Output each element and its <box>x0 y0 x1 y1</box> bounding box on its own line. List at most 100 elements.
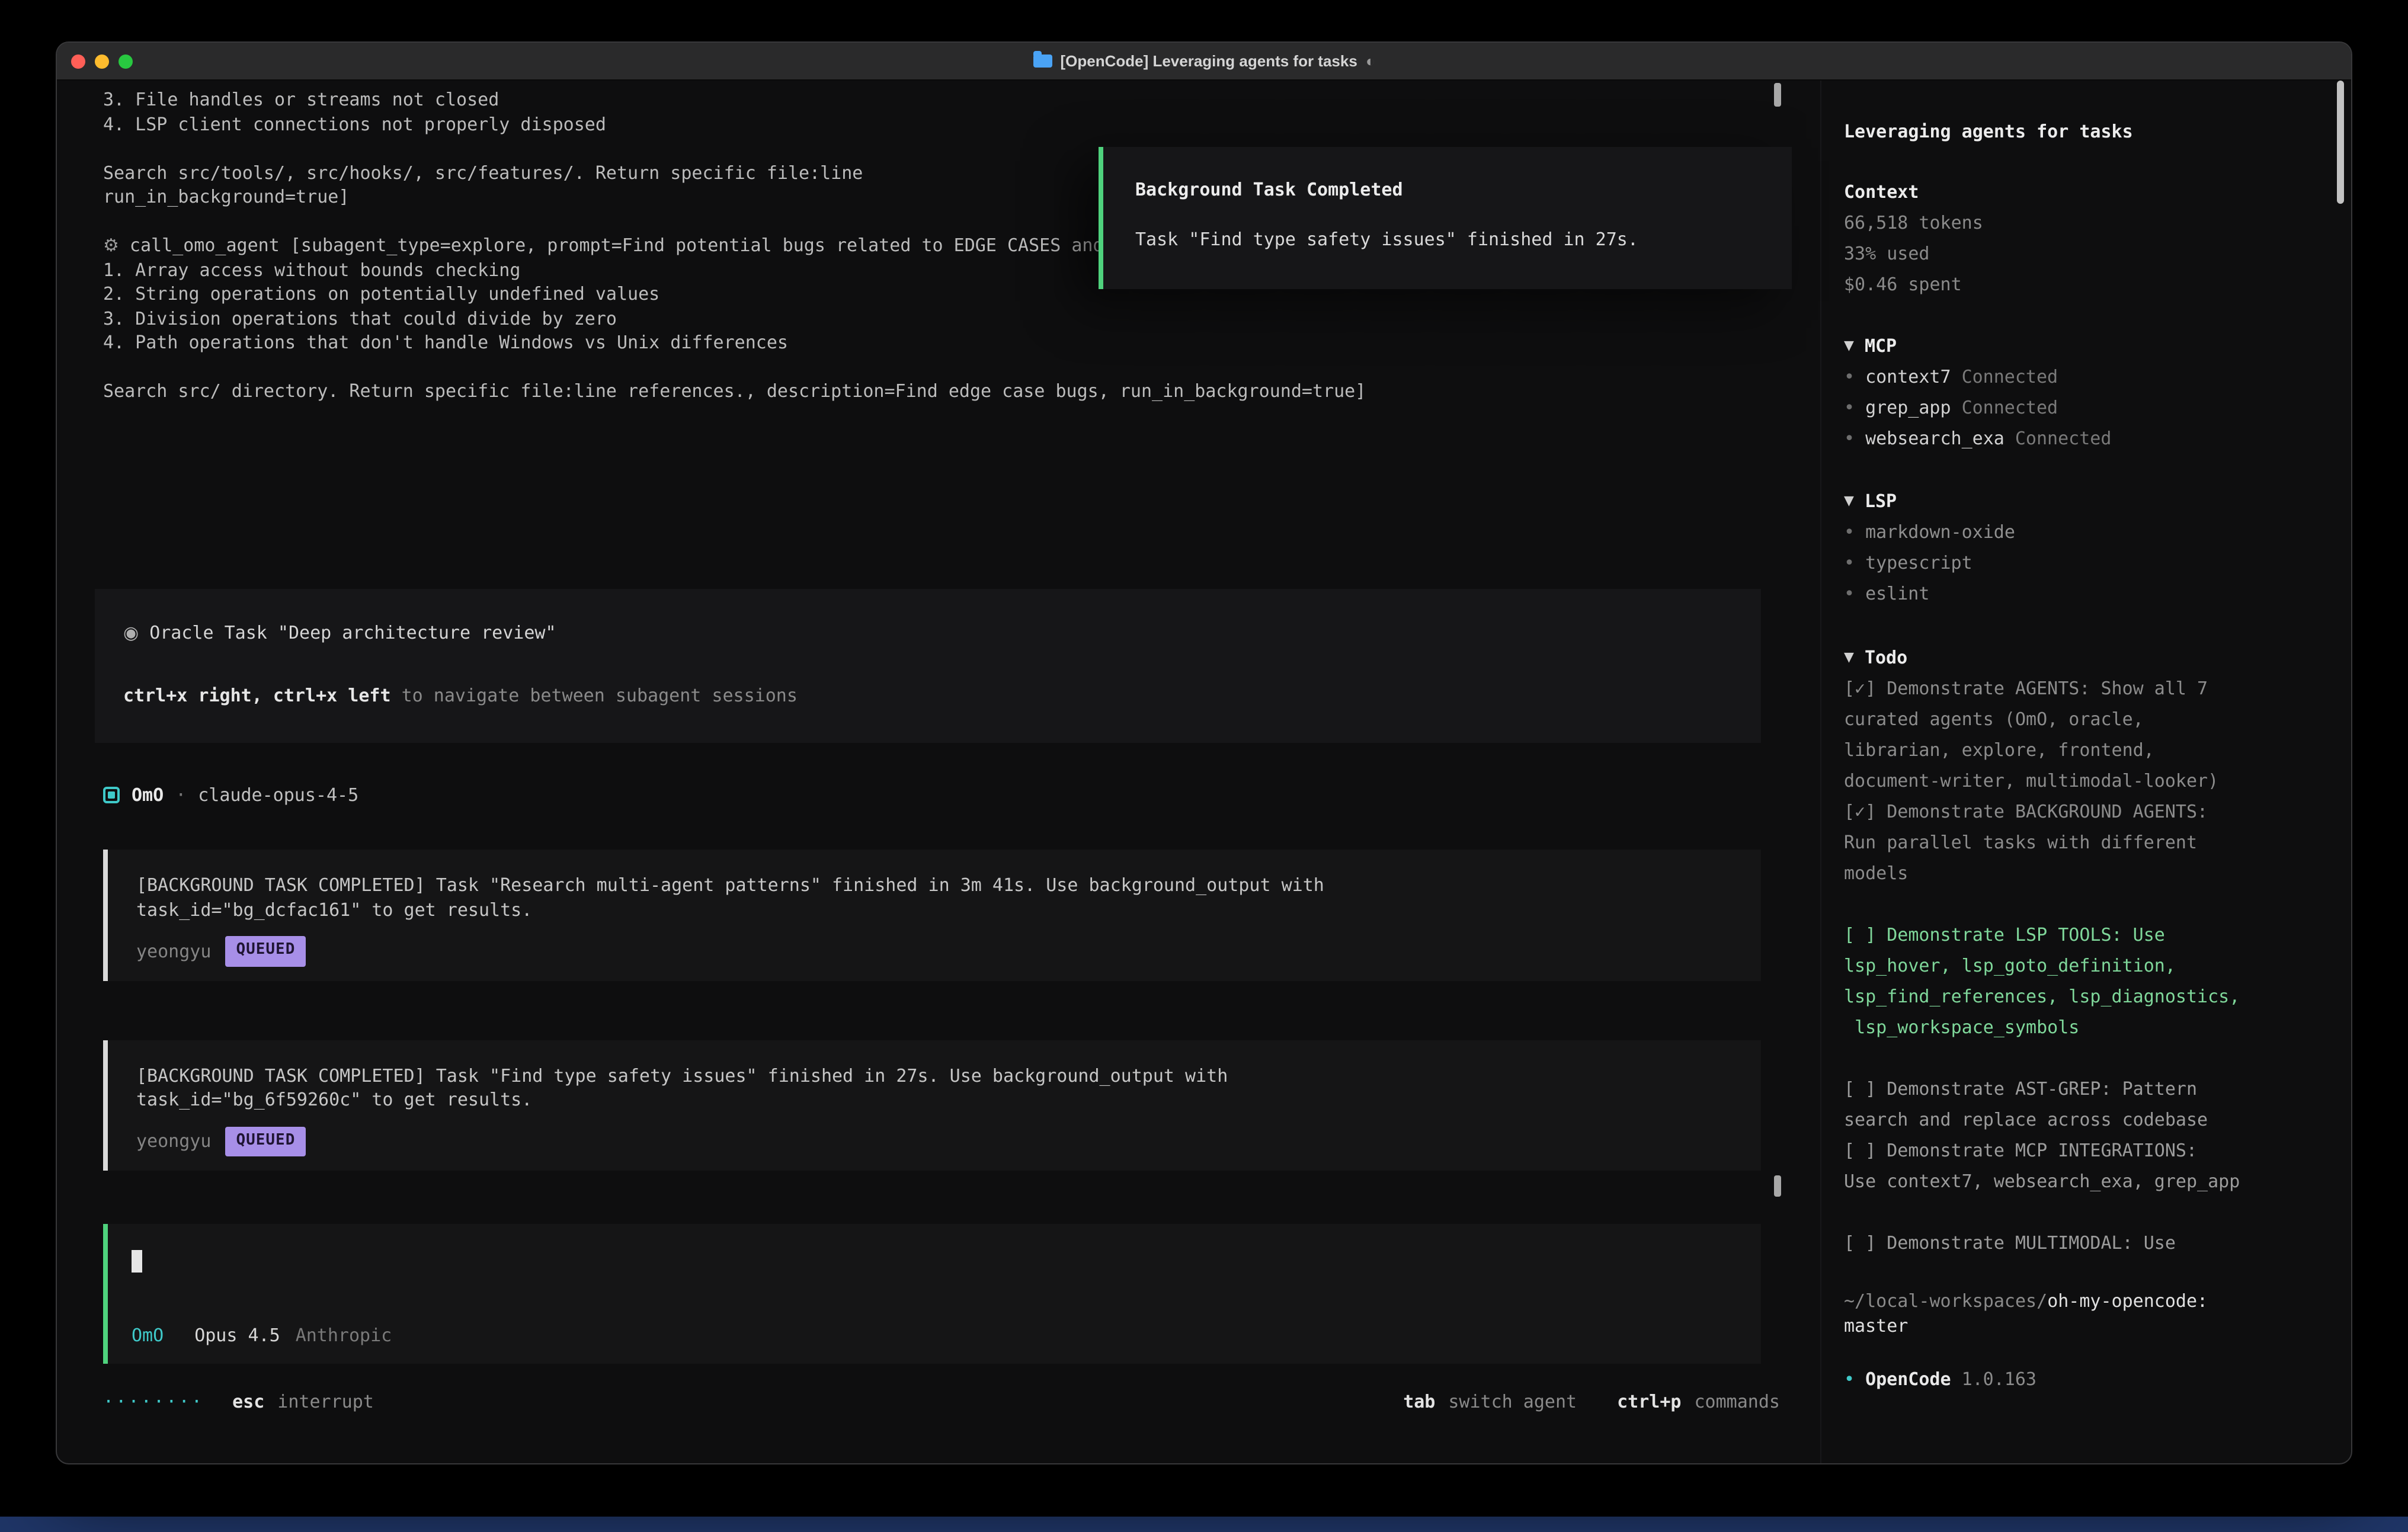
gear-icon: ⚙ <box>103 235 119 256</box>
window-body: 3. File handles or streams not closed 4.… <box>57 81 2351 1463</box>
todo-item: [✓] Demonstrate AGENTS: Show all 7 curat… <box>1844 673 2261 796</box>
main-scrollbar-thumb[interactable] <box>1774 83 1781 107</box>
lsp-name: markdown-oxide <box>1865 517 2015 547</box>
bullet-icon: • <box>1844 578 1855 609</box>
window-title: [OpenCode] Leveraging agents for tasks ◐ <box>57 52 2351 70</box>
message-meta: yeongyu QUEUED <box>136 1126 1733 1156</box>
mcp-name: context7 <box>1865 361 1951 392</box>
mcp-item: • grep_app Connected <box>1844 392 2261 423</box>
screen: [OpenCode] Leveraging agents for tasks ◐… <box>0 0 2408 1532</box>
todo-section-header[interactable]: ▼ Todo <box>1844 642 2261 673</box>
status-badge: QUEUED <box>225 1126 306 1156</box>
bullet-icon: • <box>1844 547 1855 578</box>
oracle-task-title: Oracle Task "Deep architecture review" <box>149 621 556 643</box>
chat-area: 3. File handles or streams not closed 4.… <box>57 81 1820 1463</box>
navigation-hint: ctrl+x right, ctrl+x left to navigate be… <box>123 684 1733 708</box>
workspace-path: ~/local-workspaces/oh-my-opencode: maste… <box>1844 1289 2261 1339</box>
agent-header: OmO · claude-opus-4-5 <box>103 783 1820 807</box>
titlebar: [OpenCode] Leveraging agents for tasks ◐ <box>57 43 2351 81</box>
main-scrollbar-thumb[interactable] <box>1774 1175 1781 1197</box>
model-provider: Anthropic <box>296 1323 392 1347</box>
context-tokens: 66,518 tokens <box>1844 207 2261 238</box>
active-agent: OmO <box>132 1323 164 1347</box>
lsp-section-header[interactable]: ▼ LSP <box>1844 486 2261 517</box>
todo-item: [ ] Demonstrate LSP TOOLS: Use lsp_hover… <box>1844 919 2261 1043</box>
app-name: OpenCode <box>1865 1364 1951 1395</box>
lsp-item: • markdown-oxide <box>1844 517 2261 547</box>
mcp-status: Connected <box>2015 423 2112 454</box>
mcp-item: • context7 Connected <box>1844 361 2261 392</box>
version-number: 1.0.163 <box>1962 1364 2036 1395</box>
lsp-heading: LSP <box>1865 486 1897 517</box>
message-author: yeongyu <box>136 1129 211 1153</box>
busy-spinner: ········ <box>103 1389 204 1414</box>
mcp-name: grep_app <box>1865 392 1951 423</box>
input-meta: OmO Opus 4.5 Anthropic <box>132 1323 1737 1347</box>
esc-key-label: interrupt <box>277 1389 374 1414</box>
hint-keys: ctrl+x right, ctrl+x left <box>123 685 391 706</box>
bullet-icon: • <box>1844 517 1855 547</box>
context-spent: $0.46 spent <box>1844 269 2261 300</box>
oracle-task-title-row: ◉ Oracle Task "Deep architecture review" <box>123 620 1733 645</box>
agent-icon <box>103 787 120 803</box>
esc-key-hint: esc <box>232 1389 264 1414</box>
message-meta: yeongyu QUEUED <box>136 936 1733 966</box>
timer-icon: ◐ <box>1366 52 1375 70</box>
todo-item: [✓] Demonstrate BACKGROUND AGENTS: Run p… <box>1844 796 2261 889</box>
session-title: Leveraging agents for tasks <box>1844 116 2261 147</box>
oracle-task-panel[interactable]: ◉Oracle Task "Deep architecture review" … <box>95 588 1761 742</box>
status-badge: QUEUED <box>225 936 306 966</box>
mcp-item: • websearch_exa Connected <box>1844 423 2261 454</box>
context-used: 33% used <box>1844 238 2261 269</box>
lsp-section: ▼ LSP • markdown-oxide • typescript • es… <box>1844 486 2261 609</box>
lsp-item: • eslint <box>1844 578 2261 609</box>
hint-text: to navigate between subagent sessions <box>391 685 798 706</box>
message-card: [BACKGROUND TASK COMPLETED] Task "Resear… <box>103 850 1761 980</box>
workspace-path-line: ~/local-workspaces/oh-my-opencode: <box>1844 1289 2261 1314</box>
agent-model: claude-opus-4-5 <box>198 783 358 807</box>
app-version-row: • OpenCode 1.0.163 <box>1844 1364 2261 1395</box>
chevron-down-icon: ▼ <box>1844 331 1854 361</box>
notification-title: Background Task Completed <box>1135 178 1760 202</box>
prompt-input[interactable]: OmO Opus 4.5 Anthropic <box>103 1224 1761 1364</box>
message-text: [BACKGROUND TASK COMPLETED] Task "Find t… <box>136 1063 1733 1112</box>
path-prefix: ~/local-workspaces/ <box>1844 1290 2047 1312</box>
message-text: [BACKGROUND TASK COMPLETED] Task "Resear… <box>136 873 1733 922</box>
commands-key-hint: ctrl+p <box>1617 1389 1681 1414</box>
mcp-heading: MCP <box>1865 331 1897 361</box>
window-title-text: [OpenCode] Leveraging agents for tasks <box>1060 52 1357 70</box>
lsp-item: • typescript <box>1844 547 2261 578</box>
active-model: Opus 4.5 <box>194 1323 280 1347</box>
message-author: yeongyu <box>136 939 211 963</box>
mcp-name: websearch_exa <box>1865 423 2004 454</box>
status-left: ········ esc interrupt <box>103 1389 374 1414</box>
todo-item: [ ] Demonstrate MCP INTEGRATIONS: Use co… <box>1844 1135 2261 1197</box>
chevron-down-icon: ▼ <box>1844 486 1854 517</box>
repo-name: oh-my-opencode: <box>2047 1290 2208 1312</box>
background-window-edge <box>0 1517 2408 1532</box>
notification-body: Task "Find type safety issues" finished … <box>1135 227 1760 251</box>
mcp-section-header[interactable]: ▼ MCP <box>1844 331 2261 361</box>
text-cursor <box>132 1250 142 1273</box>
session-sidebar: Leveraging agents for tasks Context 66,5… <box>1820 81 2351 1463</box>
notification-toast: Background Task Completed Task "Find typ… <box>1099 147 1792 289</box>
todo-item: [ ] Demonstrate AST-GREP: Pattern search… <box>1844 1073 2261 1135</box>
todo-item: [ ] Demonstrate MULTIMODAL: Use <box>1844 1227 2261 1258</box>
bullet-icon: • <box>1844 392 1855 423</box>
message-card: [BACKGROUND TASK COMPLETED] Task "Find t… <box>103 1040 1761 1171</box>
lsp-name: eslint <box>1865 578 1929 609</box>
mcp-status: Connected <box>1962 361 2058 392</box>
bullet-icon: • <box>1844 423 1855 454</box>
bullet-icon: • <box>1844 1364 1855 1395</box>
record-icon: ◉ <box>123 621 139 643</box>
bullet-icon: • <box>1844 361 1855 392</box>
mcp-section: ▼ MCP • context7 Connected • grep_app Co… <box>1844 331 2261 454</box>
context-heading: Context <box>1844 177 2261 207</box>
sidebar-scrollbar-thumb[interactable] <box>2337 81 2344 204</box>
separator-dot: · <box>175 783 186 807</box>
lsp-name: typescript <box>1865 547 1972 578</box>
commands-key-label: commands <box>1695 1389 1781 1414</box>
tab-key-label: switch agent <box>1448 1389 1577 1414</box>
agent-name: OmO <box>132 783 164 807</box>
opencode-window: [OpenCode] Leveraging agents for tasks ◐… <box>57 43 2351 1463</box>
